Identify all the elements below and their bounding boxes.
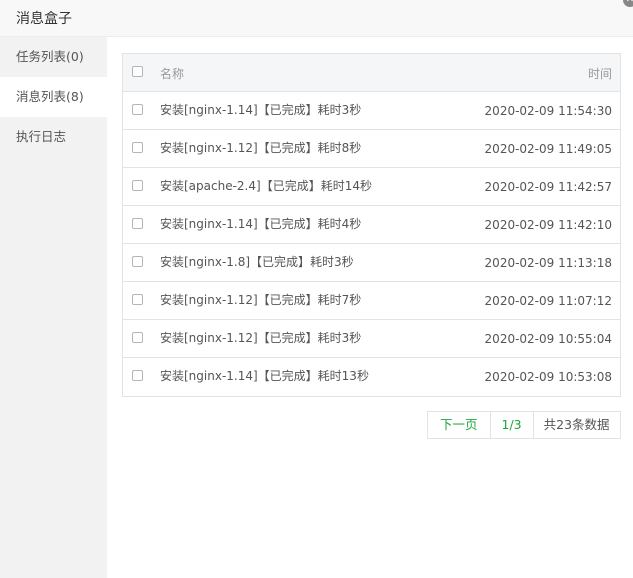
table-header: 名称 时间	[123, 54, 620, 92]
row-checkbox[interactable]	[132, 104, 143, 115]
row-checkbox[interactable]	[132, 218, 143, 229]
total-count: 共23条数据	[532, 412, 620, 438]
message-name: 安装[nginx-1.8]【已完成】耗时3秒	[160, 255, 354, 269]
row-checkbox[interactable]	[132, 256, 143, 267]
table-row: 安装[nginx-1.14]【已完成】耗时3秒 2020-02-09 11:54…	[123, 92, 620, 130]
table-row: 安装[nginx-1.8]【已完成】耗时3秒 2020-02-09 11:13:…	[123, 244, 620, 282]
title-bar: 消息盒子	[0, 0, 633, 37]
select-all-checkbox[interactable]	[132, 66, 143, 77]
page-indicator: 1/3	[489, 412, 533, 438]
message-name: 安装[nginx-1.14]【已完成】耗时4秒	[160, 217, 362, 231]
table-row: 安装[nginx-1.12]【已完成】耗时8秒 2020-02-09 11:49…	[123, 130, 620, 168]
pagination: 下一页 1/3 共23条数据	[427, 411, 621, 439]
row-checkbox[interactable]	[132, 294, 143, 305]
message-name: 安装[nginx-1.14]【已完成】耗时13秒	[160, 369, 369, 383]
column-header-name: 名称	[160, 67, 185, 81]
table-row: 安装[nginx-1.12]【已完成】耗时7秒 2020-02-09 11:07…	[123, 282, 620, 320]
message-name: 安装[nginx-1.14]【已完成】耗时3秒	[160, 103, 362, 117]
message-name: 安装[nginx-1.12]【已完成】耗时3秒	[160, 331, 362, 345]
message-time: 2020-02-09 10:53:08	[484, 370, 612, 384]
row-checkbox[interactable]	[132, 332, 143, 343]
window-title: 消息盒子	[16, 11, 72, 27]
message-time: 2020-02-09 11:42:57	[484, 180, 612, 194]
next-page-button[interactable]: 下一页	[428, 412, 490, 438]
message-name: 安装[apache-2.4]【已完成】耗时14秒	[160, 179, 372, 193]
message-name: 安装[nginx-1.12]【已完成】耗时8秒	[160, 141, 362, 155]
row-checkbox[interactable]	[132, 142, 143, 153]
message-time: 2020-02-09 11:49:05	[484, 142, 612, 156]
sidebar: 任务列表(0) 消息列表(8) 执行日志	[0, 37, 107, 578]
message-time: 2020-02-09 11:13:18	[484, 256, 612, 270]
sidebar-item-tasks[interactable]: 任务列表(0)	[0, 37, 107, 77]
column-header-time: 时间	[587, 67, 612, 81]
message-time: 2020-02-09 11:54:30	[484, 104, 612, 118]
message-time: 2020-02-09 10:55:04	[484, 332, 612, 346]
sidebar-item-messages[interactable]: 消息列表(8)	[0, 77, 107, 117]
table-row: 安装[nginx-1.14]【已完成】耗时4秒 2020-02-09 11:42…	[123, 206, 620, 244]
message-table: 名称 时间 安装[nginx-1.14]【已完成】耗时3秒 2020-02-09…	[122, 53, 621, 397]
row-checkbox[interactable]	[132, 370, 143, 381]
message-time: 2020-02-09 11:07:12	[484, 294, 612, 308]
main-panel: 名称 时间 安装[nginx-1.14]【已完成】耗时3秒 2020-02-09…	[107, 37, 633, 578]
table-row: 安装[nginx-1.12]【已完成】耗时3秒 2020-02-09 10:55…	[123, 320, 620, 358]
row-checkbox[interactable]	[132, 180, 143, 191]
message-time: 2020-02-09 11:42:10	[484, 218, 612, 232]
table-row: 安装[nginx-1.14]【已完成】耗时13秒 2020-02-09 10:5…	[123, 358, 620, 396]
sidebar-item-logs[interactable]: 执行日志	[0, 117, 107, 157]
table-row: 安装[apache-2.4]【已完成】耗时14秒 2020-02-09 11:4…	[123, 168, 620, 206]
message-name: 安装[nginx-1.12]【已完成】耗时7秒	[160, 293, 362, 307]
